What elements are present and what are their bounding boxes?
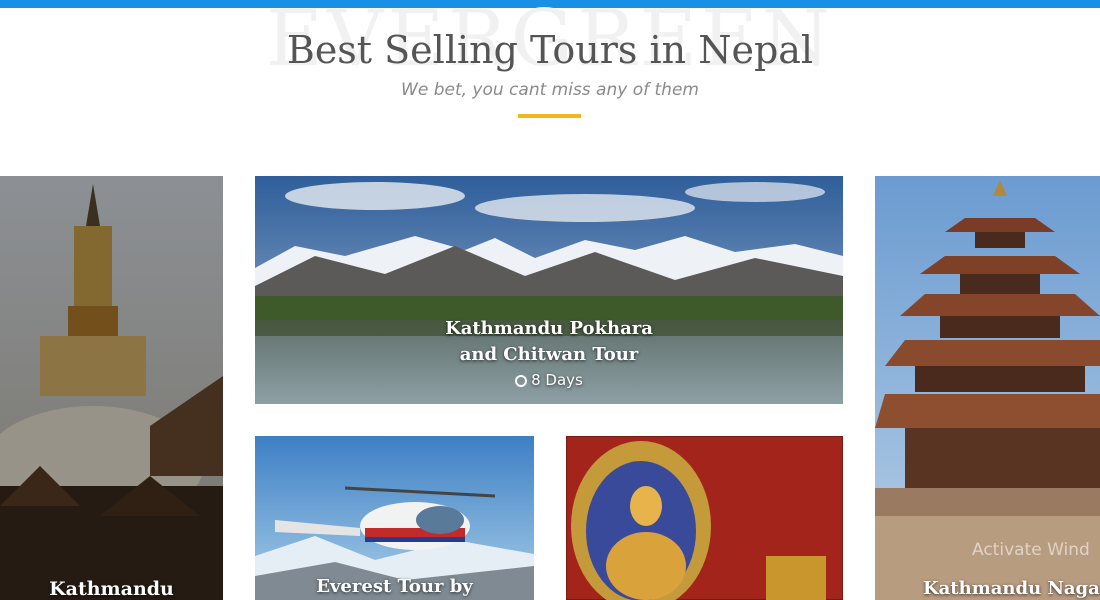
tour-title: Kathmandu Pokhara and Chitwan Tour <box>255 316 843 368</box>
tour-card-kathmandu-pokhara-chitwan[interactable]: Kathmandu Pokhara and Chitwan Tour 8 Day… <box>255 176 843 404</box>
tour-card-kathmandu-nagarkot[interactable]: Kathmandu Nagarkot <box>875 176 1100 600</box>
clock-icon <box>515 375 528 387</box>
tour-card-everest[interactable]: Everest Tour by <box>255 436 534 600</box>
tour-card-buddha[interactable] <box>566 436 843 600</box>
activate-windows-watermark: Activate Wind <box>972 540 1090 560</box>
tour-title: Kathmandu <box>49 578 174 600</box>
section-subtitle: We bet, you cant miss any of them <box>401 80 699 100</box>
tour-duration: 8 Days <box>255 371 843 389</box>
tour-title: Kathmandu Nagarkot <box>923 578 1100 599</box>
section-title: Best Selling Tours in Nepal <box>286 28 814 72</box>
tour-title: Everest Tour by <box>316 576 473 597</box>
tour-card-kathmandu[interactable]: Kathmandu <box>0 176 223 600</box>
nyatapola-pagoda-image <box>875 176 1100 600</box>
golden-buddha-image <box>566 436 843 600</box>
pokhara-lake-image <box>255 176 843 404</box>
top-accent-bar <box>0 0 1100 8</box>
card-overlay <box>0 176 223 600</box>
tour-duration-text: 8 Days <box>531 371 583 389</box>
title-underline <box>518 114 581 118</box>
tour-title-line2: and Chitwan Tour <box>459 344 639 365</box>
tour-title-line1: Kathmandu Pokhara <box>445 318 653 339</box>
